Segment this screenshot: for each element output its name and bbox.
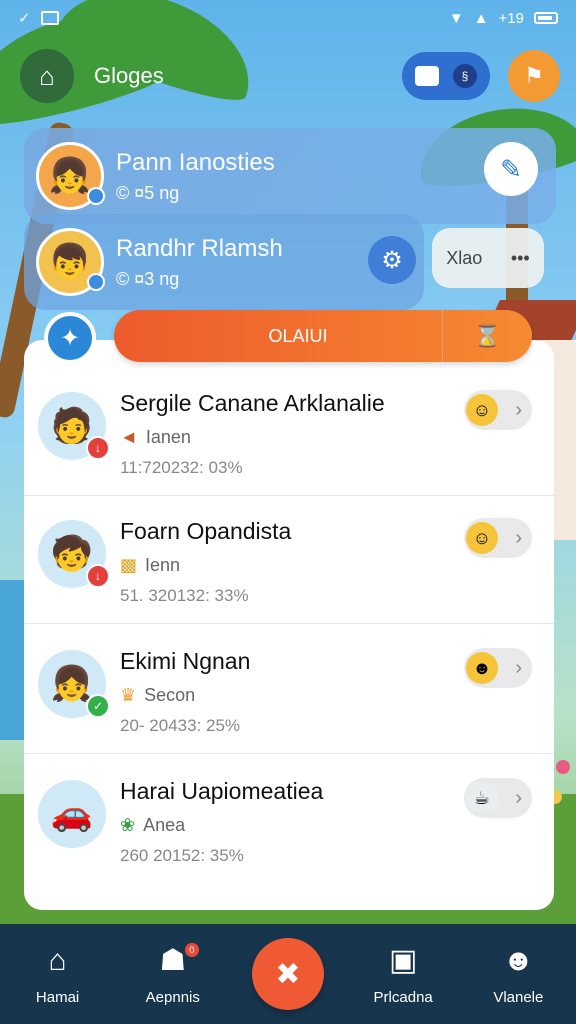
item-toggle[interactable]: ☕ › <box>464 778 532 818</box>
download-badge-icon: ↓ <box>86 564 110 588</box>
wifi-icon: ▼ <box>448 9 464 27</box>
item-meta: 11:720232: 03% <box>120 458 243 477</box>
wand-icon: ✦ <box>59 324 81 352</box>
leaf-icon: ❀ <box>120 815 136 835</box>
avatar: 👦 <box>36 228 105 296</box>
status-time: +19 <box>498 9 524 27</box>
list-item[interactable]: 🚗 Harai Uapiomeatiea ❀ Anea 260 20152: 35… <box>24 756 554 884</box>
list-panel: 🧑 ↓ Sergile Canane Arklanalie ◄ Ianen 11:… <box>24 340 554 910</box>
card-icon: ▣ <box>388 944 418 977</box>
tag-icon: ◄ <box>120 427 138 447</box>
flower <box>556 760 570 774</box>
chevron-right-icon: › <box>515 526 522 549</box>
bell-icon: ⚑ <box>524 63 544 88</box>
notification-button[interactable]: ⚑ <box>508 50 560 102</box>
nav-label: Vlanele <box>493 988 544 1006</box>
home-icon: ⌂ <box>39 60 55 91</box>
app-header: ⌂ Gloges § ⚑ <box>20 48 560 104</box>
person-icon: ☻ <box>502 943 535 977</box>
nav-item-apps[interactable]: ☗ 0 Aepnnis <box>123 942 223 1006</box>
face-icon: ☺ <box>466 394 498 426</box>
chair-icon: ✎ <box>500 153 522 184</box>
profile-stat: © ¤3 ng <box>116 268 180 289</box>
status-dot-icon <box>87 273 105 291</box>
profile-card-2[interactable]: 👦 Randhr Rlamsh © ¤3 ng <box>24 214 424 310</box>
avatar: 👧 ✓ <box>38 650 110 718</box>
more-icon: ••• <box>510 247 530 268</box>
item-subtitle: Secon <box>144 685 196 705</box>
profile-card-1[interactable]: 👧 Pann Ianosties © ¤5 ng ✎ <box>24 128 556 224</box>
home-icon: ⌂ <box>48 943 67 977</box>
item-subtitle: Anea <box>143 815 186 835</box>
option-chip[interactable]: Xlao ••• <box>432 228 544 288</box>
chevron-right-icon: › <box>515 398 522 421</box>
screen-icon <box>40 11 59 25</box>
item-title: Harai Uapiomeatiea <box>120 778 324 804</box>
item-toggle[interactable]: ☺ › <box>464 390 532 430</box>
signal-icon: ▲ <box>473 9 489 27</box>
status-dot-icon <box>87 187 105 205</box>
battery-icon <box>534 12 558 24</box>
download-badge-icon: ↓ <box>86 436 110 460</box>
check-icon: ✓ <box>18 10 31 27</box>
check-badge-icon: ✓ <box>86 694 110 718</box>
bottom-nav: ⌂ Hamai ☗ 0 Aepnnis ✖ ▣ Prlcadna ☻ Vlane… <box>0 924 576 1024</box>
sunglasses-face-icon: ☻ <box>466 652 498 684</box>
item-title: Sergile Canane Arklanalie <box>120 390 385 416</box>
notification-dot: 0 <box>184 942 199 957</box>
chevron-right-icon: › <box>515 656 522 679</box>
item-meta: 20- 20433: 25% <box>120 716 241 735</box>
cancel-x-icon: ✖ <box>275 957 301 991</box>
badge-icon: § <box>453 64 477 88</box>
nav-item-profile[interactable]: ☻ Vlanele <box>468 943 568 1006</box>
hourglass-button[interactable]: ⌛ <box>442 310 532 362</box>
face-icon: ☺ <box>466 522 498 554</box>
nav-item-center[interactable]: ✖ <box>238 938 338 1010</box>
edit-profile-button[interactable]: ✎ <box>484 142 538 196</box>
nav-label: Aepnnis <box>145 988 200 1006</box>
nav-label: Prlcadna <box>373 988 433 1006</box>
lamp-icon: ☕ <box>466 782 498 814</box>
profile-stat: © ¤5 ng <box>116 182 180 203</box>
chart-icon: ▩ <box>120 555 138 575</box>
profile-name: Randhr Rlamsh <box>116 234 283 262</box>
list-item[interactable]: 👧 ✓ Ekimi Ngnan ♛ Secon 20- 20433: 25% ☻ … <box>24 626 554 754</box>
hourglass-icon: ⌛ <box>473 323 502 348</box>
avatar: 🚗 <box>38 780 106 848</box>
item-toggle[interactable]: ☻ › <box>464 648 532 688</box>
photo-icon <box>415 66 439 86</box>
item-subtitle: Ienn <box>145 555 181 575</box>
nav-item-home[interactable]: ⌂ Hamai <box>8 943 108 1006</box>
center-action-button[interactable]: ✖ <box>251 938 324 1010</box>
list-item[interactable]: 🧑 ↓ Sergile Canane Arklanalie ◄ Ianen 11:… <box>24 368 554 496</box>
nav-label: Hamai <box>35 988 80 1006</box>
media-toggle-button[interactable]: § <box>402 52 490 100</box>
action-label: OLAIUI <box>268 325 328 346</box>
action-bar[interactable]: OLAIUI ⌛ <box>114 310 532 362</box>
profile-name: Pann Ianosties <box>116 148 275 176</box>
magic-wand-button[interactable]: ✦ <box>44 312 96 364</box>
nav-item-cards[interactable]: ▣ Prlcadna <box>353 943 453 1006</box>
avatar: 🧑 ↓ <box>38 392 110 460</box>
list-item[interactable]: 🧒 ↓ Foarn Opandista ▩ Ienn 51. 320132: 33… <box>24 496 554 624</box>
item-meta: 260 20152: 35% <box>120 846 244 865</box>
tag-icon: ☗ <box>159 944 187 977</box>
item-meta: 51. 320132: 33% <box>120 586 249 605</box>
gear-icon: ⚙ <box>381 246 403 274</box>
crown-icon: ♛ <box>120 685 137 705</box>
home-button[interactable]: ⌂ <box>20 49 74 103</box>
chip-label: Xlao <box>446 247 483 268</box>
item-title: Ekimi Ngnan <box>120 648 251 674</box>
item-title: Foarn Opandista <box>120 518 292 544</box>
avatar: 🧒 ↓ <box>38 520 110 588</box>
item-subtitle: Ianen <box>145 427 191 447</box>
status-bar: ✓ ▼ ▲ +19 <box>0 0 576 36</box>
app-title: Gloges <box>94 63 164 88</box>
item-toggle[interactable]: ☺ › <box>464 518 532 558</box>
chevron-right-icon: › <box>515 786 522 809</box>
avatar: 👧 <box>36 142 105 210</box>
settings-button[interactable]: ⚙ <box>368 236 416 284</box>
